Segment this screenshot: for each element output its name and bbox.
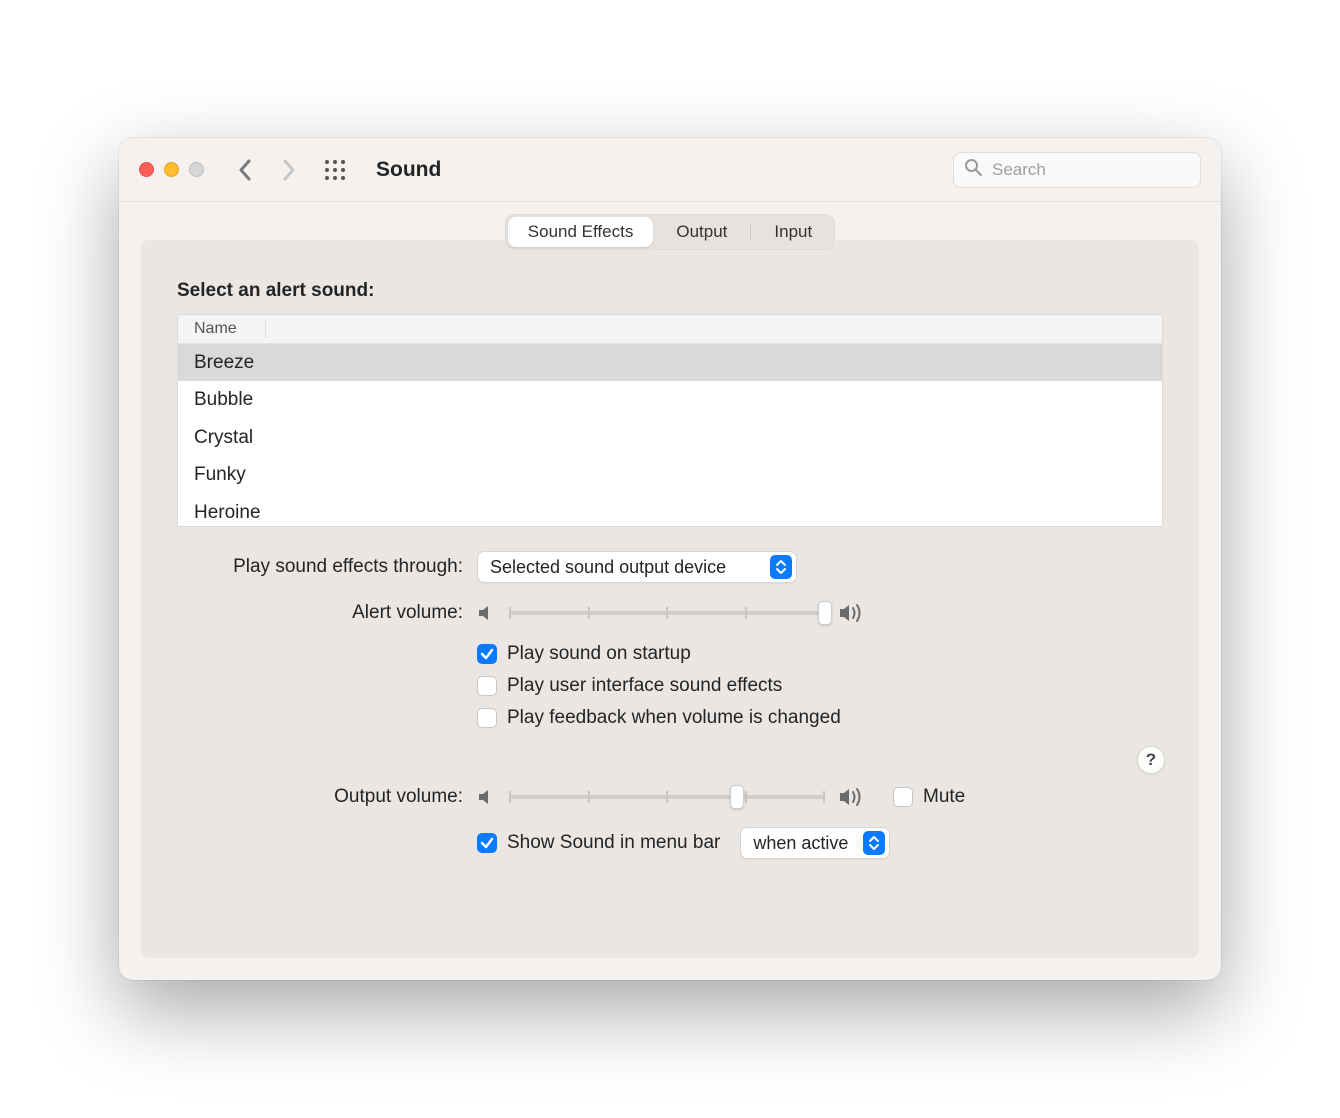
menubar-row: Show Sound in menu bar when active [177, 827, 1163, 859]
column-name: Name [194, 320, 266, 338]
search-input[interactable] [990, 159, 1215, 181]
tab-label: Input [774, 222, 812, 242]
checkbox-label: Play feedback when volume is changed [507, 707, 841, 729]
alert-volume-row: Alert volume: [177, 601, 1163, 625]
feedback-checkbox-row[interactable]: Play feedback when volume is changed [477, 707, 841, 729]
play-through-row: Play sound effects through: Selected sou… [177, 551, 1163, 583]
mute-checkbox-row[interactable]: Mute [893, 786, 965, 808]
row-label: Funky [194, 464, 246, 485]
ui-sounds-checkbox-row[interactable]: Play user interface sound effects [477, 675, 841, 697]
chevron-up-down-icon [863, 831, 885, 855]
tab-sound-effects[interactable]: Sound Effects [508, 217, 654, 247]
checkbox-group: Play sound on startup Play user interfac… [177, 643, 1163, 729]
help-button[interactable]: ? [1137, 746, 1165, 774]
sound-preferences-window: Sound Sound Effects Output Input Select … [119, 138, 1221, 980]
minimize-window-button[interactable] [164, 162, 179, 177]
startup-sound-checkbox-row[interactable]: Play sound on startup [477, 643, 841, 665]
output-volume-label: Output volume: [177, 786, 477, 808]
tab-separator [750, 223, 751, 241]
table-row[interactable]: Heroine [178, 494, 1162, 526]
speaker-low-icon [477, 788, 495, 806]
tab-label: Output [676, 222, 727, 242]
chevron-up-down-icon [770, 555, 792, 579]
speaker-high-icon [839, 603, 865, 623]
tab-label: Sound Effects [528, 222, 634, 242]
section-title: Select an alert sound: [177, 280, 1163, 302]
nav-arrows [234, 159, 300, 181]
select-value: when active [753, 833, 853, 854]
table-row[interactable]: Funky [178, 456, 1162, 493]
table-row[interactable]: Breeze [178, 344, 1162, 381]
play-through-label: Play sound effects through: [177, 556, 477, 578]
speaker-low-icon [477, 604, 495, 622]
slider-knob[interactable] [818, 601, 832, 625]
forward-button[interactable] [278, 159, 300, 181]
tab-input[interactable]: Input [754, 217, 832, 247]
menubar-when-select[interactable]: when active [740, 827, 890, 859]
output-volume-slider[interactable] [509, 785, 825, 809]
titlebar: Sound [119, 138, 1221, 202]
alert-sound-table: Name Breeze Bubble Crystal Funky Heroine… [177, 314, 1163, 527]
row-label: Heroine [194, 502, 261, 523]
window-title: Sound [376, 158, 441, 182]
checkbox-label: Show Sound in menu bar [507, 832, 720, 854]
table-row[interactable]: Crystal [178, 419, 1162, 456]
show-in-menubar-checkbox-row[interactable]: Show Sound in menu bar [477, 832, 720, 854]
row-label: Bubble [194, 389, 253, 410]
help-icon: ? [1146, 750, 1156, 770]
table-header[interactable]: Name [178, 315, 1162, 344]
slider-knob[interactable] [730, 785, 744, 809]
checkbox[interactable] [477, 833, 497, 853]
tab-bar: Sound Effects Output Input [505, 214, 835, 250]
table-row[interactable]: Bubble [178, 381, 1162, 418]
zoom-window-button[interactable] [189, 162, 204, 177]
search-icon [964, 158, 982, 181]
tab-output[interactable]: Output [656, 217, 747, 247]
row-label: Crystal [194, 427, 253, 448]
show-all-icon[interactable] [324, 159, 346, 181]
checkbox[interactable] [477, 676, 497, 696]
checkbox[interactable] [477, 708, 497, 728]
search-field[interactable] [953, 152, 1201, 188]
back-button[interactable] [234, 159, 256, 181]
speaker-high-icon [839, 787, 865, 807]
alert-volume-slider[interactable] [509, 601, 825, 625]
close-window-button[interactable] [139, 162, 154, 177]
checkbox-label: Play sound on startup [507, 643, 691, 665]
row-label: Breeze [194, 352, 254, 373]
play-through-select[interactable]: Selected sound output device [477, 551, 797, 583]
checkbox-label: Mute [923, 786, 965, 808]
output-volume-row: Output volume: Mute [177, 785, 1163, 809]
checkbox[interactable] [477, 644, 497, 664]
checkbox[interactable] [893, 787, 913, 807]
checkbox-label: Play user interface sound effects [507, 675, 782, 697]
window-controls [139, 162, 204, 177]
content-pane: Select an alert sound: Name Breeze Bubbl… [141, 240, 1199, 958]
table-body: Breeze Bubble Crystal Funky Heroine Jump [178, 344, 1162, 526]
alert-volume-label: Alert volume: [177, 602, 477, 624]
select-value: Selected sound output device [490, 557, 760, 578]
